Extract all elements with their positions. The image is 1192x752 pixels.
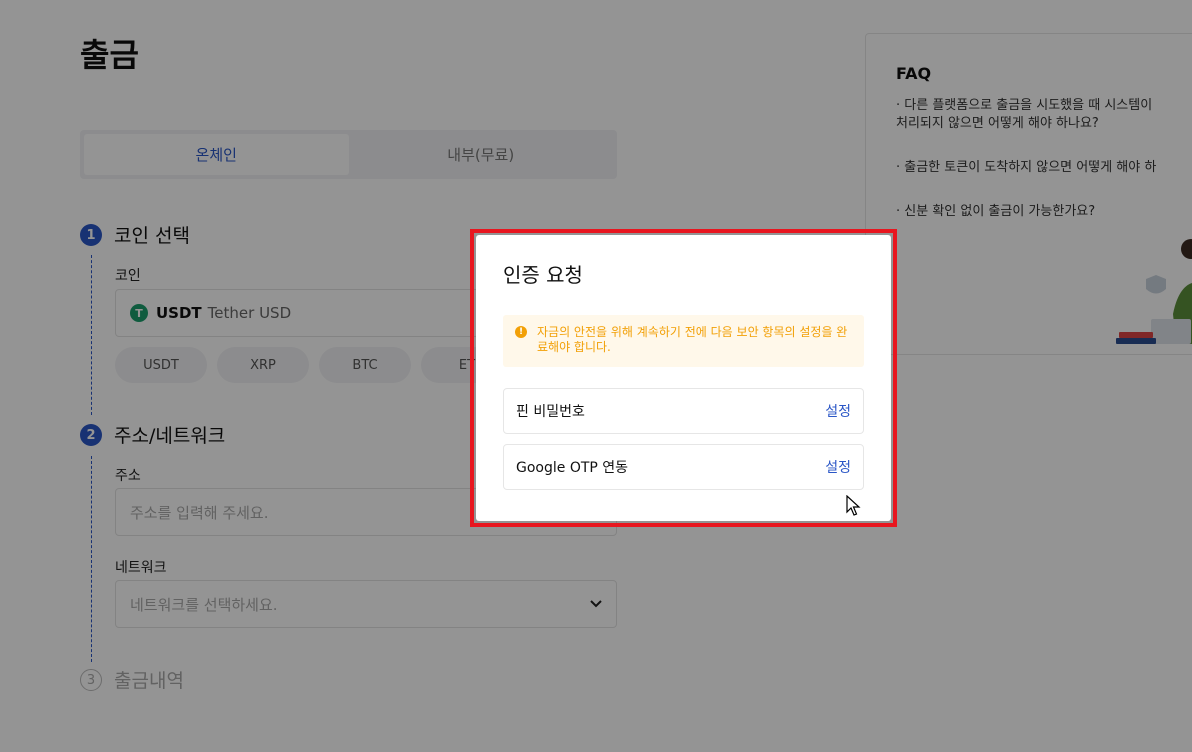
pin-password-label: 핀 비밀번호 bbox=[516, 404, 585, 420]
warning-text: 자금의 안전을 위해 계속하기 전에 다음 보안 항목의 설정을 완료해야 합니… bbox=[537, 325, 848, 354]
info-icon: ! bbox=[515, 326, 527, 338]
pin-password-item: 핀 비밀번호 설정 bbox=[503, 388, 864, 434]
modal-title: 인증 요청 bbox=[503, 263, 583, 287]
otp-setup-link[interactable]: 설정 bbox=[825, 457, 851, 477]
security-warning: ! 자금의 안전을 위해 계속하기 전에 다음 보안 항목의 설정을 완료해야 … bbox=[503, 315, 864, 367]
mouse-cursor-icon bbox=[846, 495, 861, 516]
google-otp-item: Google OTP 연동 설정 bbox=[503, 444, 864, 490]
auth-request-modal: 인증 요청 ! 자금의 안전을 위해 계속하기 전에 다음 보안 항목의 설정을… bbox=[476, 235, 891, 521]
google-otp-label: Google OTP 연동 bbox=[516, 460, 629, 476]
pin-setup-link[interactable]: 설정 bbox=[825, 401, 851, 421]
